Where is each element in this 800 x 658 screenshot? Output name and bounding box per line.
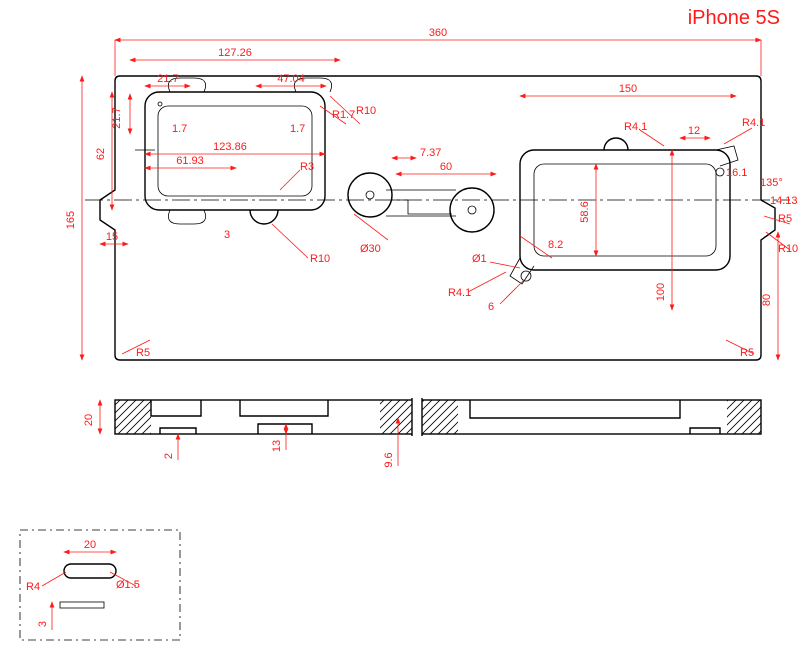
dim-r10a: R10 [356,105,376,117]
dim-21-7: 21.7 [157,73,178,85]
plan-view [85,76,790,360]
dim-360: 360 [429,27,447,39]
dim-80: 80 [761,294,773,306]
dim-dia1: Ø1 [472,253,487,265]
dim-det-3: 3 [37,621,49,627]
plan-dimensions: 360 127.26 150 21.7 47.04 R1.7 R10 21.7 … [65,27,798,360]
dim-dia30: Ø30 [360,243,381,255]
dim-47-04: 47.04 [277,73,305,85]
dim-100: 100 [655,283,667,301]
hole-left [348,173,392,217]
dim-r4-1c: R4.1 [448,287,471,299]
dim-1-7b: 1.7 [290,123,305,135]
dim-21-7v: 21.7 [111,107,123,128]
dim-r5a: R5 [778,213,792,225]
dim-r4-1a: R4.1 [624,121,647,133]
dim-14-13: 14.13 [770,195,798,207]
dim-det-20: 20 [84,539,96,551]
dim-8-2: 8.2 [548,239,563,251]
dim-3: 3 [224,229,230,241]
dim-60: 60 [440,161,452,173]
dim-r5b: R5 [136,347,150,359]
section-view: 20 2 13 9.6 [83,398,761,468]
right-pocket [510,138,738,284]
dim-sec-20: 20 [83,414,95,426]
dim-r5c: R5 [740,347,754,359]
dim-16-1: 16.1 [726,167,747,179]
dim-135deg: 135° [760,177,783,189]
drawing-title: iPhone 5S [688,7,780,29]
dim-58-6: 58.6 [579,201,591,222]
dim-r10b: R10 [310,253,330,265]
dim-sec-2: 2 [163,453,175,459]
dim-150: 150 [619,83,637,95]
dim-det-dia1-5: Ø1.5 [116,579,140,591]
dim-det-r4: R4 [26,581,40,593]
hole-right [450,188,494,232]
dim-61-93: 61.93 [176,155,204,167]
dim-165: 165 [65,211,77,229]
dim-123-86: 123.86 [213,141,247,153]
dim-r10c: R10 [778,243,798,255]
dim-1-7a: 1.7 [172,123,187,135]
dim-127-26: 127.26 [218,47,252,59]
detail-view: 20 R4 Ø1.5 3 [20,530,180,640]
dim-12: 12 [688,125,700,137]
dim-sec-9-6: 9.6 [383,452,395,467]
dim-r4-1b: R4.1 [742,117,765,129]
dim-sec-13: 13 [271,440,283,452]
dim-7-37: 7.37 [420,147,441,159]
dim-r3: R3 [300,161,314,173]
dim-15: 15 [106,231,118,243]
dim-62: 62 [95,148,107,160]
dim-r1-7: R1.7 [332,109,355,121]
dim-6: 6 [488,301,494,313]
